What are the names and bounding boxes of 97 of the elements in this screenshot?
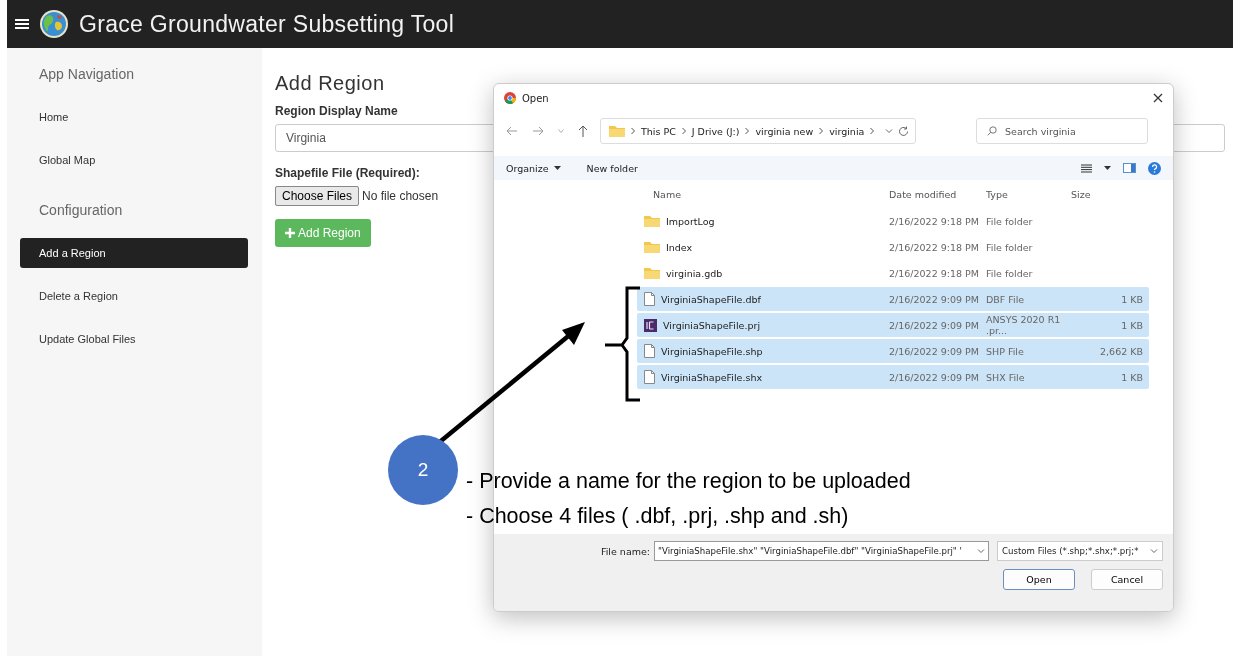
forward-icon[interactable] <box>532 126 544 136</box>
file-status: No file chosen <box>362 189 439 203</box>
field-label: Shapefile File (Required): <box>275 166 420 180</box>
nav-item[interactable]: Update Global Files <box>20 324 248 354</box>
breadcrumb-item[interactable]: virginia <box>829 125 865 137</box>
folder-icon <box>644 215 660 227</box>
file-size: 1 KB <box>1120 371 1144 383</box>
column-header[interactable]: Type <box>986 188 1071 200</box>
file-icon <box>644 370 655 384</box>
browser-icon <box>504 92 516 104</box>
caret-icon <box>553 166 561 170</box>
file-size: 1 KB <box>1120 293 1144 305</box>
section-heading: Configuration <box>38 202 124 218</box>
file-name: virginia.gdb <box>666 267 723 279</box>
file-type-dropdown[interactable]: Custom Files (*.shp;*.shx;*.prj;* <box>997 541 1163 561</box>
file-date: 2/16/2022 9:09 PM <box>889 371 980 383</box>
annotation-text: - Choose 4 files ( .dbf, .prj, .shp and .sh) <box>466 503 850 530</box>
file-row[interactable]: VirginiaShapeFile.shx 2/16/2022 9:09 PM SHX File 1 KB <box>637 365 1149 389</box>
caret-icon[interactable] <box>1104 166 1111 170</box>
folder-icon <box>644 267 660 279</box>
file-type: File folder <box>986 215 1034 227</box>
app-file-icon <box>644 318 657 332</box>
menu-icon[interactable] <box>15 18 29 30</box>
breadcrumb-item[interactable]: virginia new <box>755 125 814 137</box>
refresh-icon[interactable] <box>898 125 910 137</box>
file-name: ImportLog <box>666 215 715 227</box>
file-size: 1 KB <box>1120 319 1144 331</box>
chevron-icon <box>869 127 876 135</box>
file-type: SHX File <box>986 371 1026 383</box>
file-name: VirginiaShapeFile.shp <box>661 345 763 357</box>
column-header[interactable]: Name <box>637 188 889 200</box>
nav-item[interactable]: Delete a Region <box>20 281 248 311</box>
search-icon <box>987 126 997 136</box>
section-heading: App Navigation <box>38 66 135 82</box>
up-icon[interactable] <box>578 125 588 137</box>
file-date: 2/16/2022 9:18 PM <box>889 267 980 279</box>
back-icon[interactable] <box>506 126 518 136</box>
chevron-down-icon[interactable] <box>885 128 894 134</box>
globe-icon <box>39 9 69 39</box>
view-icon[interactable] <box>1081 163 1092 173</box>
page-title: Add Region <box>275 72 385 95</box>
file-type: File folder <box>986 241 1034 253</box>
breadcrumb-item[interactable]: This PC <box>641 125 676 137</box>
file-name-field[interactable]: "VirginiaShapeFile.shx" "VirginiaShapeFile.dbf" "VirginiaShapeFile.prj" ' <box>654 541 989 561</box>
file-type: SHP File <box>986 345 1025 357</box>
toolbar-button[interactable]: New folder <box>586 162 638 174</box>
file-date: 2/16/2022 9:09 PM <box>889 293 980 305</box>
chevron-icon <box>680 127 687 135</box>
file-name: Index <box>666 241 693 253</box>
file-type: DBF File <box>986 293 1026 305</box>
choose-files-button[interactable]: Choose Files <box>275 186 360 206</box>
toolbar-button[interactable]: Organize <box>506 162 561 174</box>
dialog-title: Open <box>522 92 550 104</box>
app-title: Grace Groundwater Subsetting Tool <box>79 10 455 38</box>
folder-icon <box>609 125 625 137</box>
file-date: 2/16/2022 9:18 PM <box>889 215 980 227</box>
file-icon <box>644 292 655 306</box>
file-name: VirginiaShapeFile.prj <box>663 319 761 331</box>
folder-icon <box>644 241 660 253</box>
field-label: File name: <box>600 545 650 557</box>
field-label: Region Display Name <box>275 104 398 118</box>
chevron-down-icon[interactable] <box>977 548 985 554</box>
chevron-icon <box>818 127 825 135</box>
column-header[interactable]: Size <box>1071 188 1149 200</box>
step-badge: 2 <box>388 435 458 505</box>
plus-icon <box>285 228 295 238</box>
file-size: 2,662 KB <box>1099 345 1144 357</box>
search-field[interactable]: Search virginia <box>976 118 1148 144</box>
open-button[interactable]: Open <box>1003 569 1075 590</box>
nav-item[interactable]: Add a Region <box>20 238 248 268</box>
file-date: 2/16/2022 9:09 PM <box>889 345 980 357</box>
address-bar[interactable]: This PC J Drive (J:) virginia new virginia <box>600 118 916 144</box>
file-date: 2/16/2022 9:18 PM <box>889 241 980 253</box>
preview-pane-icon[interactable] <box>1123 163 1136 173</box>
file-icon <box>644 344 655 358</box>
nav-item[interactable]: Home <box>20 102 248 132</box>
search-placeholder: Search virginia <box>1005 125 1076 137</box>
file-row[interactable]: virginia.gdb 2/16/2022 9:18 PM File folder <box>637 261 1149 285</box>
nav-item[interactable]: Global Map <box>20 145 248 175</box>
chevron-icon <box>744 127 751 135</box>
file-row[interactable]: VirginiaShapeFile.shp 2/16/2022 9:09 PM SHP File 2,662 KB <box>637 339 1149 363</box>
file-row[interactable]: Index 2/16/2022 9:18 PM File folder <box>637 235 1149 259</box>
column-header[interactable]: Date modified <box>889 188 986 200</box>
chevron-icon <box>630 127 636 135</box>
annotation-text: - Provide a name for the region to be uploaded <box>466 468 911 495</box>
help-icon[interactable] <box>1148 161 1161 175</box>
file-row[interactable]: VirginiaShapeFile.dbf 2/16/2022 9:09 PM DBF File 1 KB <box>637 287 1149 311</box>
file-date: 2/16/2022 9:09 PM <box>889 319 980 331</box>
chevron-down-icon[interactable] <box>1150 548 1158 554</box>
file-type: File folder <box>986 267 1034 279</box>
file-row[interactable]: ImportLog 2/16/2022 9:18 PM File folder <box>637 209 1149 233</box>
cancel-button[interactable]: Cancel <box>1091 569 1163 590</box>
file-name: VirginiaShapeFile.dbf <box>661 293 761 305</box>
file-name: VirginiaShapeFile.shx <box>661 371 763 383</box>
breadcrumb-item[interactable]: J Drive (J:) <box>691 125 740 137</box>
close-icon[interactable] <box>1153 93 1163 103</box>
file-type: ANSYS 2020 R1 .pr... <box>986 314 1062 336</box>
